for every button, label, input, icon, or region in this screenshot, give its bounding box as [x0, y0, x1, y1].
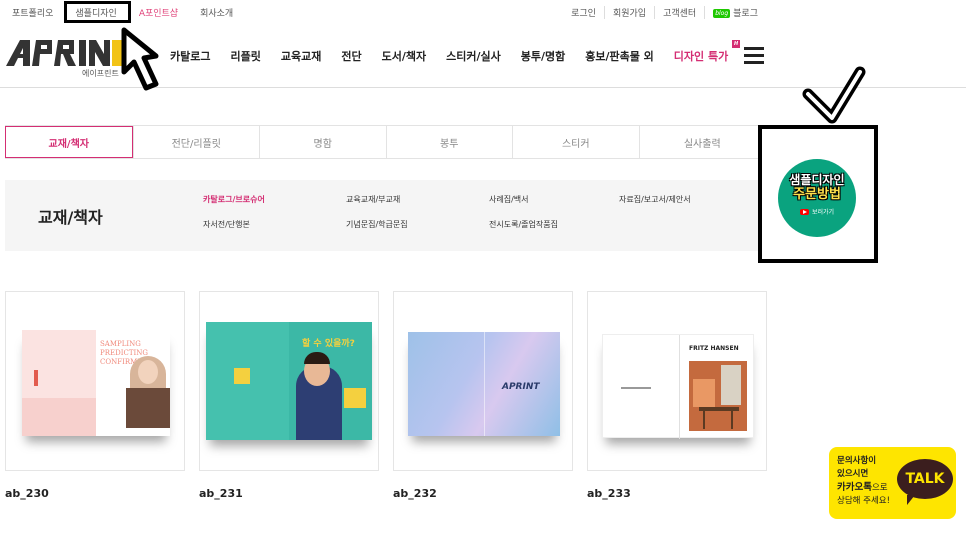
sample-line1: 샘플디자인: [789, 173, 845, 187]
cursor-arrow-icon: [121, 27, 159, 91]
product-name[interactable]: ab_233: [587, 487, 631, 500]
subcat-catalog[interactable]: 카탈로그/브로슈어: [203, 194, 346, 205]
portfolio-link[interactable]: 포트폴리오: [12, 6, 53, 19]
nav-education[interactable]: 교육교재: [281, 48, 321, 64]
kakao-line1: 문의사항이: [837, 456, 877, 466]
tab-large-print[interactable]: 실사출력: [638, 126, 766, 158]
subcat-anthology[interactable]: 기념문집/학급문집: [346, 219, 489, 230]
nav-envelope[interactable]: 봉투/명함: [521, 48, 566, 64]
product-card[interactable]: 할 수 있을까? ab_231: [199, 291, 379, 500]
nav-books[interactable]: 도서/책자: [382, 48, 427, 64]
nav-catalog[interactable]: 카탈로그: [170, 48, 210, 64]
signup-link[interactable]: 회원가입: [603, 5, 654, 19]
category-tabs: 교재/책자 전단/리플릿 명함 봉투 스티커 실사출력: [5, 125, 765, 159]
tab-sticker[interactable]: 스티커: [512, 126, 639, 158]
subcat-report[interactable]: 자료집/보고서/제안서: [619, 194, 739, 205]
customer-center-link[interactable]: 고객센터: [654, 5, 704, 19]
product-name[interactable]: ab_230: [5, 487, 49, 500]
cover-title: 할 수 있을까?: [302, 339, 355, 349]
kakao-talk-button[interactable]: 문의사항이 있으시면 카카오톡으로 상담해 주세요! TALK: [829, 447, 956, 519]
checkmark-icon: [802, 66, 866, 124]
sample-line2: 주문방법: [793, 187, 841, 202]
tab-envelope[interactable]: 봉투: [385, 126, 513, 158]
kakao-line4: 상담해 주세요!: [837, 496, 891, 506]
book-mockup: SAMPLING PREDICTING CONFIRMING: [22, 330, 170, 436]
product-card[interactable]: APRINT ab_232: [393, 291, 573, 500]
product-thumbnail[interactable]: 할 수 있을까?: [199, 291, 379, 471]
kakao-line3-strong: 카카오톡: [837, 482, 872, 493]
subcat-autobiography[interactable]: 자서전/단행본: [203, 219, 346, 230]
talk-bubble-icon: TALK: [897, 459, 953, 505]
blog-link[interactable]: blog 블로그: [704, 5, 766, 19]
nav-sticker[interactable]: 스티커/실사: [446, 48, 501, 64]
product-name[interactable]: ab_232: [393, 487, 437, 500]
sample-watch-link: 보러가기: [778, 207, 856, 216]
top-right-links: 로그인 회원가입 고객센터 blog 블로그: [563, 0, 766, 24]
product-card[interactable]: FRITZ HANSEN ab_233: [587, 291, 767, 500]
talk-label: TALK: [905, 471, 945, 487]
subcategory-list: 카탈로그/브로슈어 교육교재/부교재 사례집/백서 자료집/보고서/제안서 자서…: [203, 194, 739, 230]
subcategory-panel: 교재/책자 카탈로그/브로슈어 교육교재/부교재 사례집/백서 자료집/보고서/…: [5, 180, 765, 251]
a-point-shop-link[interactable]: A포인트샵: [139, 6, 178, 19]
tab-business-card[interactable]: 명함: [259, 126, 386, 158]
hot-badge: H: [732, 40, 741, 48]
blog-icon: blog: [713, 8, 731, 18]
tab-flyer-leaflet[interactable]: 전단/리플릿: [132, 126, 260, 158]
kakao-line2: 있으시면: [837, 469, 869, 479]
subcategory-title: 교재/책자: [38, 208, 103, 227]
highlight-box: [64, 1, 131, 23]
book-mockup: FRITZ HANSEN: [602, 334, 754, 439]
site-logo[interactable]: 에이프린트: [6, 38, 124, 78]
product-card[interactable]: SAMPLING PREDICTING CONFIRMING ab_230: [5, 291, 185, 500]
cover-title: APRINT: [502, 382, 540, 392]
cover-title: FRITZ HANSEN: [689, 345, 739, 352]
company-intro-link[interactable]: 회사소개: [200, 6, 233, 19]
nav-leaflet[interactable]: 리플릿: [230, 48, 260, 64]
nav-promo[interactable]: 홍보/판촉물 외: [585, 48, 654, 64]
menu-icon[interactable]: [744, 47, 764, 64]
product-thumbnail[interactable]: FRITZ HANSEN: [587, 291, 767, 471]
book-mockup: 할 수 있을까?: [206, 322, 372, 440]
subcat-exhibition[interactable]: 전시도록/졸업작품집: [489, 219, 619, 230]
kakao-message: 문의사항이 있으시면 카카오톡으로 상담해 주세요!: [837, 455, 890, 508]
nav-flyer[interactable]: 전단: [341, 48, 361, 64]
kakao-line3-rest: 으로: [871, 483, 888, 493]
product-thumbnail[interactable]: SAMPLING PREDICTING CONFIRMING: [5, 291, 185, 471]
nav-design-special-label: 디자인 특가: [673, 50, 729, 63]
logo-mark: [6, 40, 122, 66]
book-mockup: APRINT: [408, 332, 560, 436]
product-name[interactable]: ab_231: [199, 487, 243, 500]
subcat-casebook[interactable]: 사례집/백서: [489, 194, 619, 205]
blog-link-label: 블로그: [733, 8, 758, 19]
nav-design-special[interactable]: 디자인 특가 H: [673, 40, 741, 64]
main-nav: 카탈로그 리플릿 교육교재 전단 도서/책자 스티커/실사 봉투/명함 홍보/판…: [170, 24, 748, 88]
sample-design-banner[interactable]: 샘플디자인 주문방법 보러가기: [758, 125, 878, 263]
top-utility-bar: 포트폴리오 샘플디자인 A포인트샵 회사소개 로그인 회원가입 고객센터 blo…: [0, 0, 966, 24]
sample-design-badge: 샘플디자인 주문방법 보러가기: [778, 159, 856, 237]
sample-line3: 보러가기: [811, 209, 835, 216]
login-link[interactable]: 로그인: [563, 6, 604, 19]
product-thumbnail[interactable]: APRINT: [393, 291, 573, 471]
youtube-icon: [799, 208, 809, 215]
subcat-textbook[interactable]: 교육교재/부교재: [346, 194, 489, 205]
tab-books[interactable]: 교재/책자: [5, 126, 133, 158]
top-left-links: 포트폴리오 샘플디자인 A포인트샵 회사소개: [12, 0, 255, 24]
